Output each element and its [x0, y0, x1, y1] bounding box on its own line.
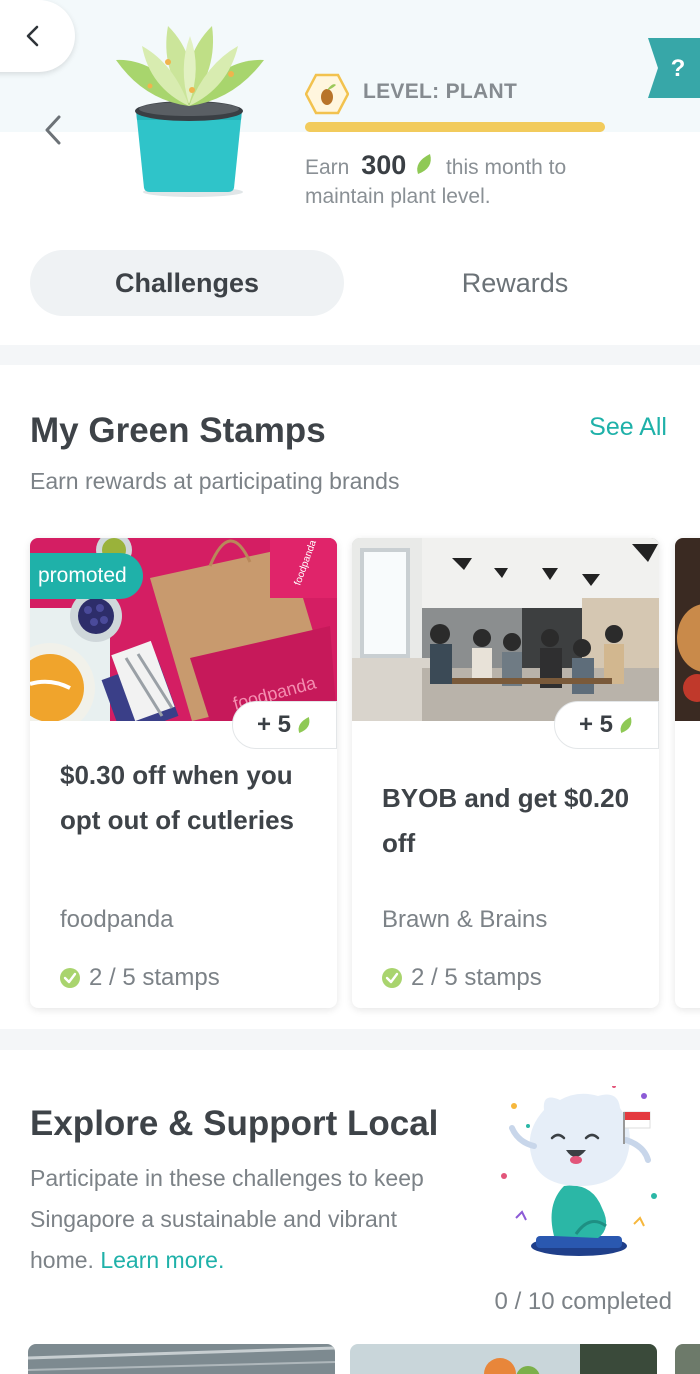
description-text: Participate in these challenges to keep …: [30, 1165, 424, 1273]
seed-badge-icon: [305, 73, 349, 115]
points-value: + 5: [578, 711, 614, 738]
level-label: LEVEL: PLANT: [363, 80, 518, 103]
challenge-thumbnail[interactable]: [350, 1344, 657, 1374]
level-progress-bar: [305, 122, 605, 132]
tab-rewards[interactable]: Rewards: [360, 250, 670, 316]
leaf-icon: [298, 717, 310, 733]
card-title: BYOB and get $0.20 off: [382, 783, 630, 858]
card-title: $0.30 off when you opt out of cutleries: [60, 760, 294, 835]
previous-level-button[interactable]: [40, 112, 66, 148]
section-subtitle: Earn rewards at participating brands: [30, 468, 400, 494]
stamp-card-foodpanda[interactable]: foodpanda foodpanda promoted + 5 $0.30 o…: [30, 538, 337, 1008]
stamp-count-text: 2 / 5 stamps: [89, 964, 220, 991]
challenge-thumbnail[interactable]: [28, 1344, 335, 1374]
stamp-card-peek[interactable]: [675, 538, 700, 1008]
check-circle-icon: [60, 968, 80, 988]
merlion-mascot-icon: [501, 1086, 657, 1256]
section-title: My Green Stamps: [30, 411, 326, 450]
level-header: ? LEVEL: PLANT Earn 300 this month to ma…: [0, 0, 700, 345]
points-badge: + 5: [232, 701, 337, 749]
section-title: Explore & Support Local: [30, 1104, 439, 1143]
plant-pot-icon: [116, 26, 264, 197]
check-circle-icon: [382, 968, 402, 988]
challenges-completed: 0 / 10 completed: [494, 1288, 672, 1315]
green-stamps-section: My Green Stamps See All Earn rewards at …: [0, 365, 700, 1029]
card-stamp-count: 2 / 5 stamps: [382, 964, 542, 992]
card-brand: foodpanda: [60, 906, 174, 933]
help-icon[interactable]: ?: [648, 38, 700, 98]
learn-more-link[interactable]: Learn more.: [100, 1247, 224, 1273]
earn-points: 300: [361, 150, 407, 180]
back-button[interactable]: [0, 0, 75, 72]
stamp-count-text: 2 / 5 stamps: [411, 964, 542, 991]
card-image: [675, 538, 700, 721]
level-progress-fill: [305, 122, 605, 132]
section-description: Participate in these challenges to keep …: [30, 1158, 450, 1281]
promoted-tag: promoted: [30, 553, 143, 599]
stamp-card-brawn-brains[interactable]: + 5 BYOB and get $0.20 off Brawn & Brain…: [352, 538, 659, 1008]
explore-local-section: Explore & Support Local Participate in t…: [0, 1050, 700, 1374]
leaf-icon: [417, 154, 431, 174]
back-arrow-icon: [26, 25, 38, 47]
card-image: [352, 538, 659, 721]
card-brand: Brawn & Brains: [382, 906, 548, 933]
earn-prefix: Earn: [305, 156, 350, 179]
card-stamp-count: 2 / 5 stamps: [60, 964, 220, 992]
points-value: + 5: [256, 711, 292, 738]
points-badge: + 5: [554, 701, 659, 749]
see-all-link[interactable]: See All: [589, 413, 667, 442]
tab-challenges[interactable]: Challenges: [30, 250, 344, 316]
help-label: ?: [671, 55, 686, 82]
challenge-thumbnail-peek[interactable]: [675, 1344, 700, 1374]
chevron-left-icon: [45, 115, 61, 145]
header-band: [0, 0, 700, 132]
earn-suffix: this month to: [445, 156, 567, 179]
earn-text: Earn 300 this month to: [305, 150, 566, 181]
tab-bar: Challenges Rewards: [30, 250, 670, 316]
earn-text-line2: maintain plant level.: [305, 185, 491, 208]
leaf-icon: [620, 717, 632, 733]
